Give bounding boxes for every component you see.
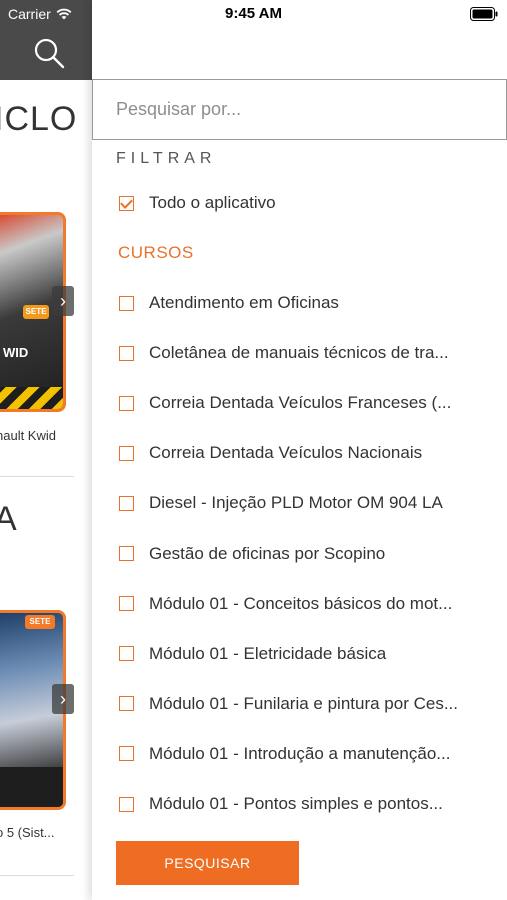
filter-option-course[interactable]: Gestão de oficinas por Scopino <box>92 539 507 569</box>
search-input[interactable] <box>92 79 507 140</box>
chevron-right-icon[interactable]: › <box>52 286 74 316</box>
checkbox[interactable] <box>119 495 134 511</box>
status-bar: Carrier 9:45 AM <box>0 0 507 30</box>
filter-option-label: Diesel - Injeção PLD Motor OM 904 LA <box>149 493 443 513</box>
filter-option-label: Módulo 01 - Conceitos básicos do mot... <box>149 593 453 613</box>
checkbox[interactable] <box>119 696 134 712</box>
card-caption: nault Kwid <box>0 428 56 443</box>
checkbox[interactable] <box>119 746 134 762</box>
filter-option-label: Gestão de oficinas por Scopino <box>149 543 386 563</box>
chevron-right-icon[interactable]: › <box>52 684 74 714</box>
checkbox[interactable] <box>119 295 134 311</box>
search-icon[interactable] <box>32 36 66 70</box>
filter-option-course[interactable]: Correia Dentada Veículos Nacionais <box>92 438 507 468</box>
filter-option-label: Módulo 01 - Eletricidade básica <box>149 643 387 663</box>
checkbox[interactable] <box>119 395 134 411</box>
filter-option-course[interactable]: Módulo 01 - Funilaria e pintura por Ces.… <box>92 689 507 719</box>
filter-option-label: Atendimento em Oficinas <box>149 293 339 312</box>
filter-option-label: Módulo 01 - Introdução a manutenção... <box>149 743 451 763</box>
card-stripe <box>0 387 63 409</box>
checkbox[interactable] <box>119 796 134 812</box>
card-badge: SETE <box>25 615 55 629</box>
card-text: WID <box>3 345 29 360</box>
divider <box>0 476 74 477</box>
background-section-title: ICLO <box>0 100 78 138</box>
checkbox[interactable] <box>119 546 134 561</box>
filter-option-course[interactable]: Atendimento em Oficinas <box>92 288 507 318</box>
filter-option-label: Correia Dentada Veículos Nacionais <box>149 443 423 463</box>
filter-option-course[interactable]: Diesel - Injeção PLD Motor OM 904 LA <box>92 488 507 518</box>
filter-option-course[interactable]: Módulo 01 - Pontos simples e pontos... <box>92 789 507 819</box>
filter-option-label: Todo o aplicativo <box>149 193 276 212</box>
filter-option-label: Módulo 01 - Funilaria e pintura por Ces.… <box>149 693 458 713</box>
filter-option-course[interactable]: Coletânea de manuais técnicos de tra... <box>92 338 507 368</box>
search-button[interactable]: PESQUISAR <box>116 841 299 885</box>
courses-section-heading: CURSOS <box>118 243 194 262</box>
checkbox-checked[interactable] <box>119 195 134 211</box>
filter-option-label: Módulo 01 - Pontos simples e pontos... <box>149 794 443 813</box>
filter-option-course[interactable]: Módulo 01 - Eletricidade básica <box>92 639 507 669</box>
card-badge: SETE <box>23 305 49 319</box>
card-caption: o 5 (Sist... <box>0 825 55 840</box>
filter-heading: FILTRAR <box>116 150 217 167</box>
battery-icon <box>470 7 498 21</box>
filter-option-all-app[interactable]: Todo o aplicativo <box>92 188 507 218</box>
checkbox[interactable] <box>119 345 134 361</box>
filter-option-label: Coletânea de manuais técnicos de tra... <box>149 343 449 363</box>
filter-option-course[interactable]: Módulo 01 - Introdução a manutenção... <box>92 739 507 769</box>
checkbox[interactable] <box>119 445 134 461</box>
divider <box>0 875 74 876</box>
checkbox[interactable] <box>119 646 134 662</box>
filter-option-label: Correia Dentada Veículos Franceses (... <box>149 393 452 413</box>
checkbox[interactable] <box>119 596 134 612</box>
filter-option-course[interactable]: Correia Dentada Veículos Franceses (... <box>92 388 507 418</box>
search-panel: FILTRAR Todo o aplicativo CURSOS Atendim… <box>92 0 507 900</box>
clock: 9:45 AM <box>225 5 282 22</box>
background-app: ICLO SETE WID › nault Kwid A SETE › o 5 … <box>0 0 92 900</box>
background-section-title: A <box>0 500 18 538</box>
card-bottom <box>0 767 63 807</box>
filter-option-course[interactable]: Módulo 01 - Conceitos básicos do mot... <box>92 589 507 619</box>
